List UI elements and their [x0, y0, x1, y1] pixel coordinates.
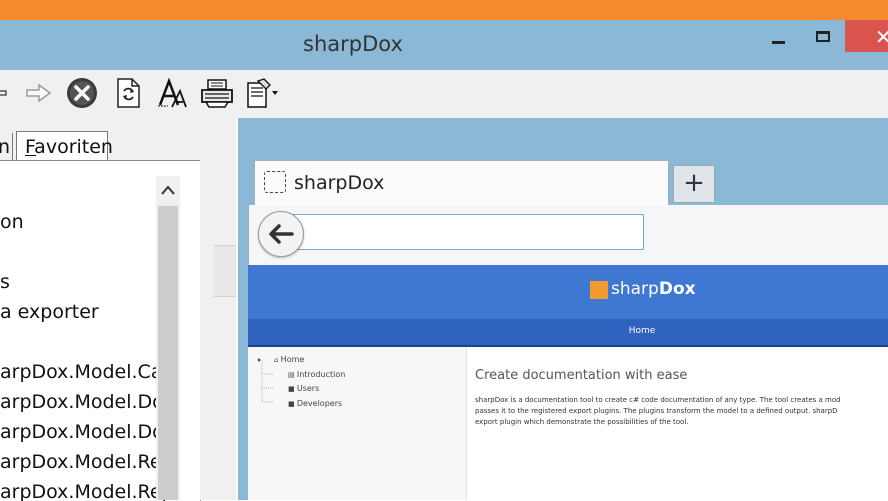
access-key-underline: [25, 155, 36, 156]
paragraph-line: passes it to the registered export plugi…: [475, 407, 838, 415]
site-tree-developers[interactable]: ■ Developers: [288, 399, 342, 408]
stop-icon[interactable]: [64, 75, 100, 111]
tree-item[interactable]: on: [0, 211, 24, 233]
tab-favorites-label: Favoriten: [25, 136, 113, 158]
paragraph-line: export plugin which demonstrate the poss…: [475, 418, 689, 426]
tab-favorites[interactable]: Favoriten: [16, 131, 113, 161]
chevron-up-icon: [161, 185, 175, 195]
back-arrow-icon: [269, 224, 294, 244]
tree-item[interactable]: arpDox.Model.Call: [0, 361, 173, 383]
forward-arrow-icon[interactable]: [22, 75, 56, 111]
tab-search[interactable]: n: [0, 133, 13, 161]
scrollbar-thumb[interactable]: [158, 206, 178, 500]
site-logo-icon: [590, 281, 608, 299]
address-bar-input[interactable]: [282, 214, 644, 250]
site-tree-home[interactable]: ⌂ Home: [274, 355, 304, 364]
tree-item[interactable]: arpDox.Model.Rep: [0, 451, 174, 473]
close-button[interactable]: ✕: [845, 20, 888, 52]
favicon-placeholder-icon: [264, 171, 286, 193]
browser-tab-title: sharpDox: [294, 172, 385, 194]
tree-item[interactable]: a exporter: [0, 301, 99, 323]
new-tab-button[interactable]: +: [673, 165, 715, 203]
scroll-up-button[interactable]: [156, 176, 180, 204]
paragraph-line: sharpDox is a documentation tool to crea…: [475, 396, 841, 404]
site-content-heading: Create documentation with ease: [475, 368, 688, 383]
browser-back-button[interactable]: [258, 211, 304, 257]
tree-item[interactable]: arpDox.Model.Rep: [0, 481, 174, 501]
site-header: [248, 265, 888, 319]
site-logo-text[interactable]: sharpDox: [611, 279, 696, 299]
options-icon[interactable]: [243, 75, 281, 111]
print-icon[interactable]: [198, 75, 236, 111]
minimize-button[interactable]: [760, 20, 800, 52]
panel-splitter[interactable]: [200, 118, 236, 500]
site-nav-home-link[interactable]: Home: [600, 326, 684, 336]
splitter-grip: [214, 245, 236, 297]
tree-item[interactable]: arpDox.Model.Doc: [0, 421, 174, 443]
desktop-accent-strip: [0, 0, 888, 20]
window-title: sharpDox: [303, 32, 403, 56]
tree-item[interactable]: s: [0, 271, 10, 293]
back-arrow-icon[interactable]: [0, 75, 10, 111]
site-content-paragraph: sharpDox is a documentation tool to crea…: [475, 395, 888, 428]
site-tree-users[interactable]: ■ Users: [288, 384, 319, 393]
font-icon[interactable]: [155, 75, 189, 111]
site-nav: [248, 319, 888, 347]
tree-item[interactable]: arpDox.Model.Doc: [0, 391, 174, 413]
maximize-button[interactable]: [805, 20, 845, 52]
refresh-page-icon[interactable]: [112, 75, 144, 111]
site-tree-introduction[interactable]: ▤ Introduction: [288, 370, 345, 379]
